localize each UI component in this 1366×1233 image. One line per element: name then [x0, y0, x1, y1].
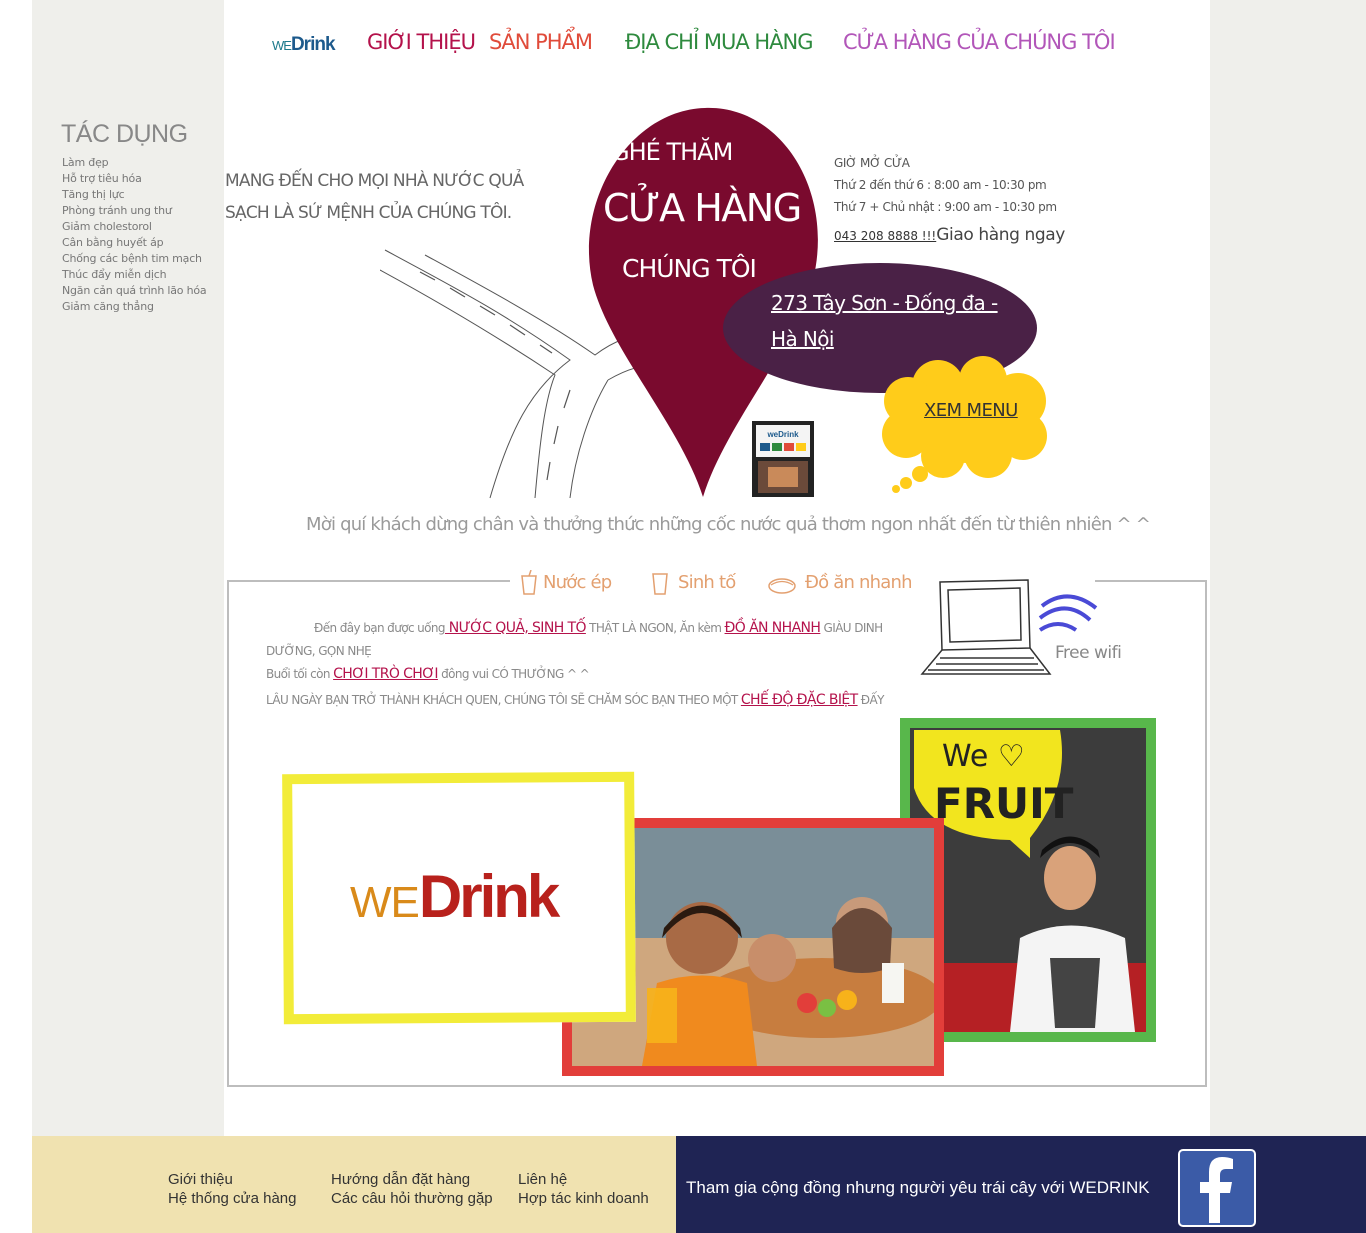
footer-link-gioi-thieu[interactable]: Giới thiệu	[168, 1171, 233, 1188]
desc-text: THẬT LÀ NGON, Ăn kèm	[585, 621, 725, 635]
sidebar-item[interactable]: Cân bằng huyết áp	[62, 235, 206, 251]
sidebar-item[interactable]: Thúc đẩy miễn dịch	[62, 267, 206, 283]
mission-line: SẠCH LÀ SỨ MỆNH CỦA CHÚNG TÔI.	[225, 203, 512, 223]
description-line: DƯỠNG, GỌN NHẸ	[266, 644, 372, 658]
mission-statement: MANG ĐẾN CHO MỌI NHÀ NƯỚC QUẢ SẠCH LÀ SỨ…	[225, 165, 555, 229]
nav-dia-chi-mua-hang[interactable]: ĐỊA CHỈ MUA HÀNG	[625, 30, 813, 54]
mission-line: MANG ĐẾN CHO MỌI NHÀ NƯỚC QUẢ	[225, 171, 524, 191]
description-line: LÂU NGÀY BẠN TRỞ THÀNH KHÁCH QUEN, CHÚNG…	[266, 692, 884, 708]
description-line: Đến đây bạn được uống NƯỚC QUẢ, SINH TỐ …	[314, 620, 883, 636]
phone-link[interactable]: 043 208 8888 !!!	[834, 229, 936, 243]
category-do-an-nhanh[interactable]: Đồ ăn nhanh	[805, 572, 913, 593]
logo-drink-text: Drink	[290, 34, 336, 55]
menu-cloud-bubble	[882, 356, 1047, 493]
sidebar-item[interactable]: Chống các bệnh tim mạch	[62, 251, 206, 267]
sign-we-love: We ♡	[942, 739, 1025, 774]
sidebar-item[interactable]: Giảm căng thẳng	[62, 299, 206, 315]
sidebar-item[interactable]: Ngăn cản quá trình lão hóa	[62, 283, 207, 299]
juice-cup-icon	[521, 570, 537, 595]
description-line: Buổi tối còn CHƠI TRÒ CHƠI đông vui CÓ T…	[266, 666, 590, 682]
desc-text: đông vui CÓ THƯỞNG ^ ^	[437, 667, 590, 681]
header-logo[interactable]: WEDrink	[272, 34, 336, 56]
footer-link-huong-dan-dat-hang[interactable]: Hướng dẫn đặt hàng	[331, 1171, 470, 1188]
address-line: Hà Nội	[771, 327, 834, 351]
link-che-do-dac-biet[interactable]: CHẾ ĐỘ ĐẶC BIỆT	[741, 692, 858, 708]
sidebar-title: TÁC DỤNG	[61, 120, 188, 148]
nav-gioi-thieu[interactable]: GIỚI THIỆU	[367, 30, 476, 54]
delivery-label: Giao hàng ngay	[936, 225, 1065, 245]
pie-icon	[768, 578, 796, 594]
desc-text: LÂU NGÀY BẠN TRỞ THÀNH KHÁCH QUEN, CHÚNG…	[266, 693, 741, 707]
page-background-right	[1210, 0, 1366, 1136]
footer-link-hop-tac-kinh-doanh[interactable]: Hợp tác kinh doanh	[518, 1190, 649, 1207]
big-logo-drink: Drink	[418, 863, 560, 930]
big-logo-we: WE	[350, 878, 420, 927]
smoothie-cup-icon	[652, 573, 668, 595]
desc-text: Buổi tối còn	[266, 667, 334, 681]
invite-text: Mời quí khách dừng chân và thưởng thức n…	[306, 514, 1151, 535]
link-choi-tro-choi[interactable]: CHƠI TRÒ CHƠI	[333, 666, 438, 682]
hours-title: GIỜ MỞ CỬA	[834, 156, 910, 170]
sidebar-item[interactable]: Làm đẹp	[62, 155, 206, 171]
category-sinh-to[interactable]: Sinh tố	[678, 572, 736, 593]
we-love-fruit-photo-art: We ♡ FRUIT	[910, 728, 1146, 1032]
footer-link-lien-he[interactable]: Liên hệ	[518, 1171, 567, 1188]
sidebar-item[interactable]: Giảm cholestorol	[62, 219, 206, 235]
hours-weekend: Thứ 7 + Chủ nhật : 9:00 am - 10:30 pm	[834, 200, 1057, 214]
address-link[interactable]: 273 Tây Sơn - Đống đa - Hà Nội	[771, 285, 1021, 357]
laptop-wifi-illustration	[920, 579, 1098, 675]
nav-cua-hang[interactable]: CỬA HÀNG CỦA CHÚNG TÔI	[843, 30, 1116, 54]
store-kiosk-image: weDrink	[752, 421, 814, 497]
community-text: Tham gia cộng đồng nhưng người yêu trái …	[686, 1178, 1150, 1197]
footer-link-cau-hoi-thuong-gap[interactable]: Các câu hỏi thường gặp	[331, 1190, 493, 1207]
phone-line: 043 208 8888 !!!Giao hàng ngay	[834, 225, 1065, 245]
opening-hours: GIỜ MỞ CỬA Thứ 2 đến thứ 6 : 8:00 am - 1…	[834, 152, 1057, 218]
svg-text:weDrink: weDrink	[766, 430, 799, 439]
sign-fruit: FRUIT	[934, 779, 1074, 828]
nav-san-pham[interactable]: SẢN PHẨM	[489, 30, 593, 54]
category-nuoc-ep[interactable]: Nước ép	[543, 572, 612, 593]
pin-text-ghe-tham: GHÉ THĂM	[611, 138, 733, 166]
sidebar-item[interactable]: Phòng tránh ung thư	[62, 203, 206, 219]
sidebar-item[interactable]: Hỗ trợ tiêu hóa	[62, 171, 206, 187]
desc-text: ĐẤY	[857, 693, 885, 707]
logo-we-text: WE	[272, 38, 292, 53]
view-menu-link[interactable]: XEM MENU	[924, 400, 1018, 421]
free-wifi-label: Free wifi	[1055, 643, 1122, 663]
link-nuoc-qua-sinh-to[interactable]: NƯỚC QUẢ, SINH TỐ	[445, 620, 587, 636]
hours-weekday: Thứ 2 đến thứ 6 : 8:00 am - 10:30 pm	[834, 178, 1047, 192]
sidebar-list: Làm đẹp Hỗ trợ tiêu hóa Tăng thị lực Phò…	[62, 155, 207, 315]
footer-link-he-thong-cua-hang[interactable]: Hệ thống cửa hàng	[168, 1190, 296, 1207]
desc-text: GIÀU DINH	[820, 621, 884, 635]
sidebar-item[interactable]: Tăng thị lực	[62, 187, 206, 203]
facebook-icon[interactable]	[1178, 1149, 1256, 1227]
pin-text-cua-hang: CỬA HÀNG	[603, 186, 802, 230]
wedrink-big-logo: WEDrink	[350, 862, 560, 931]
desc-text: Đến đây bạn được uống	[314, 621, 446, 635]
link-do-an-nhanh[interactable]: ĐỒ ĂN NHANH	[725, 620, 821, 636]
address-line: 273 Tây Sơn - Đống đa -	[771, 291, 998, 315]
